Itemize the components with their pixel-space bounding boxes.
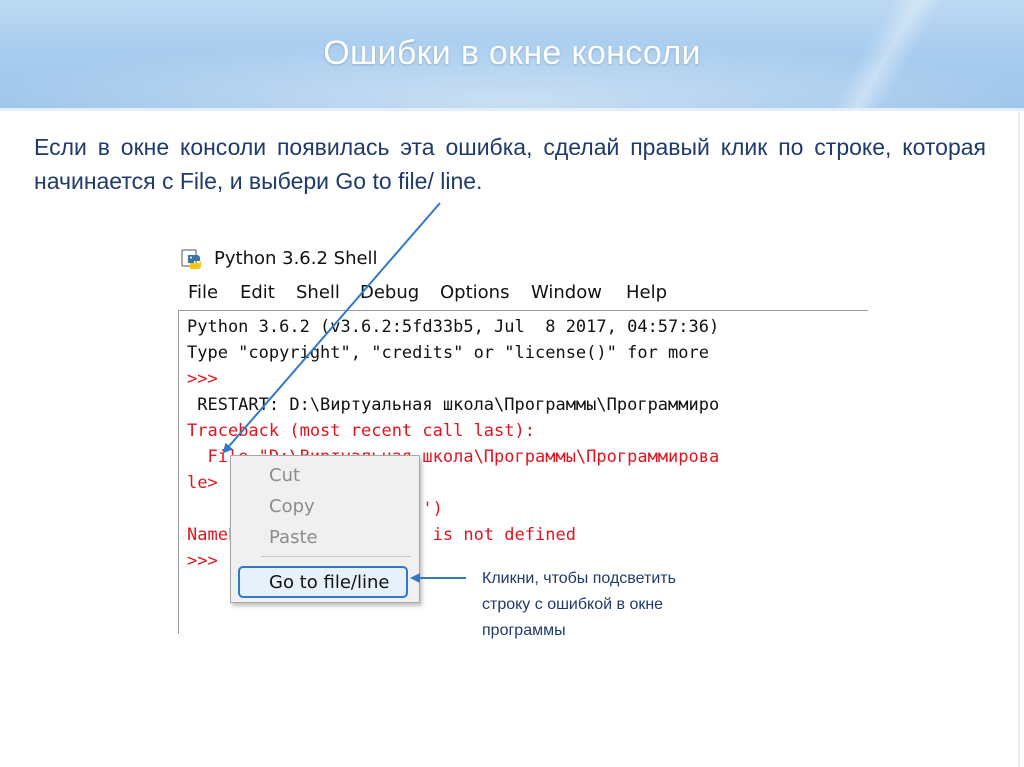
console-line: le> bbox=[187, 473, 218, 493]
header-divider bbox=[0, 108, 1024, 111]
context-menu: Cut Copy Paste Go to file/line bbox=[230, 455, 420, 603]
menu-edit[interactable]: Edit bbox=[240, 282, 275, 303]
menu-help[interactable]: Help bbox=[626, 282, 667, 303]
title-bar: Python 3.6.2 Shell bbox=[178, 238, 868, 278]
console-line: Python 3.6.2 (v3.6.2:5fd33b5, Jul 8 2017… bbox=[187, 317, 720, 337]
callout-text: Кликни, чтобы подсветить строку с ошибко… bbox=[482, 570, 676, 639]
console-line: RESTART: D:\Виртуальная школа\Программы\… bbox=[187, 395, 720, 415]
context-menu-copy[interactable]: Copy bbox=[269, 496, 315, 517]
console-prompt: >>> bbox=[187, 551, 218, 571]
console-line: Type "copyright", "credits" or "license(… bbox=[187, 343, 709, 363]
slide-title: Ошибки в окне консоли bbox=[323, 34, 701, 72]
console-line: Traceback (most recent call last): bbox=[187, 421, 535, 441]
window-title: Python 3.6.2 Shell bbox=[214, 248, 378, 269]
menu-bar: File Edit Shell Debug Options Window Hel… bbox=[178, 282, 868, 310]
slide-header: Ошибки в окне консоли bbox=[0, 0, 1024, 110]
slide-border bbox=[1018, 110, 1020, 767]
menu-options[interactable]: Options bbox=[440, 282, 509, 303]
python-shell-icon bbox=[181, 249, 201, 269]
menu-file[interactable]: File bbox=[188, 282, 218, 303]
menu-shell[interactable]: Shell bbox=[296, 282, 340, 303]
context-menu-cut[interactable]: Cut bbox=[269, 465, 300, 486]
console-line: >>> bbox=[187, 369, 218, 389]
menu-window[interactable]: Window bbox=[531, 282, 602, 303]
intro-text: Если в окне консоли появилась эта ошибка… bbox=[34, 134, 986, 194]
context-menu-paste[interactable]: Paste bbox=[269, 527, 318, 548]
menu-debug[interactable]: Debug bbox=[360, 282, 419, 303]
context-menu-separator bbox=[261, 556, 411, 557]
context-menu-goto-file-line[interactable]: Go to file/line bbox=[269, 572, 389, 593]
